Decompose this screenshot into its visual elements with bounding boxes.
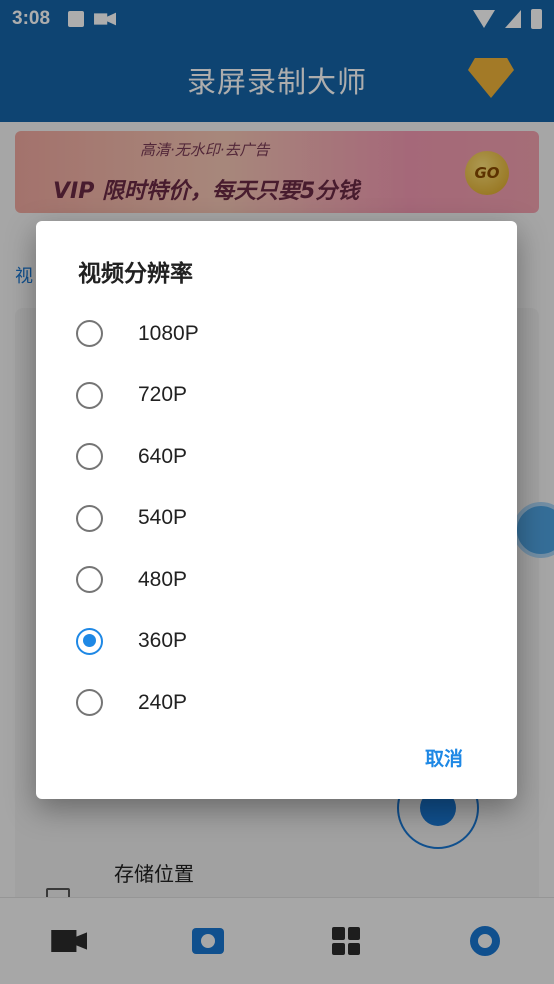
resolution-option[interactable]: 480P [36, 549, 517, 611]
resolution-option[interactable]: 720P [36, 365, 517, 427]
radio-button[interactable] [76, 320, 103, 348]
radio-button[interactable] [76, 627, 103, 655]
option-label: 1080P [138, 321, 199, 345]
option-label: 720P [138, 383, 188, 407]
radio-button[interactable] [76, 689, 103, 717]
screen: 3:08 录屏录制大师 高清·无水印·去广告 VIP 限时特价，每天只要5分钱 … [0, 0, 554, 984]
option-label: 480P [138, 567, 188, 591]
radio-button[interactable] [76, 381, 103, 409]
resolution-option[interactable]: 360P [36, 611, 517, 673]
cancel-button[interactable]: 取消 [425, 744, 463, 771]
resolution-dialog: 视频分辨率 1080P 720P 640P 540P 480P 360P 240… [36, 221, 517, 799]
dialog-title: 视频分辨率 [78, 261, 193, 287]
radio-button[interactable] [76, 566, 103, 594]
option-label: 360P [138, 629, 188, 653]
resolution-options: 1080P 720P 640P 540P 480P 360P 240P [36, 303, 517, 734]
radio-button[interactable] [76, 443, 103, 471]
option-label: 540P [138, 506, 188, 530]
resolution-option[interactable]: 540P [36, 488, 517, 550]
radio-button[interactable] [76, 504, 103, 532]
resolution-option[interactable]: 1080P [36, 303, 517, 365]
option-label: 240P [138, 690, 188, 714]
resolution-option[interactable]: 240P [36, 672, 517, 734]
option-label: 640P [138, 444, 188, 468]
resolution-option[interactable]: 640P [36, 426, 517, 488]
